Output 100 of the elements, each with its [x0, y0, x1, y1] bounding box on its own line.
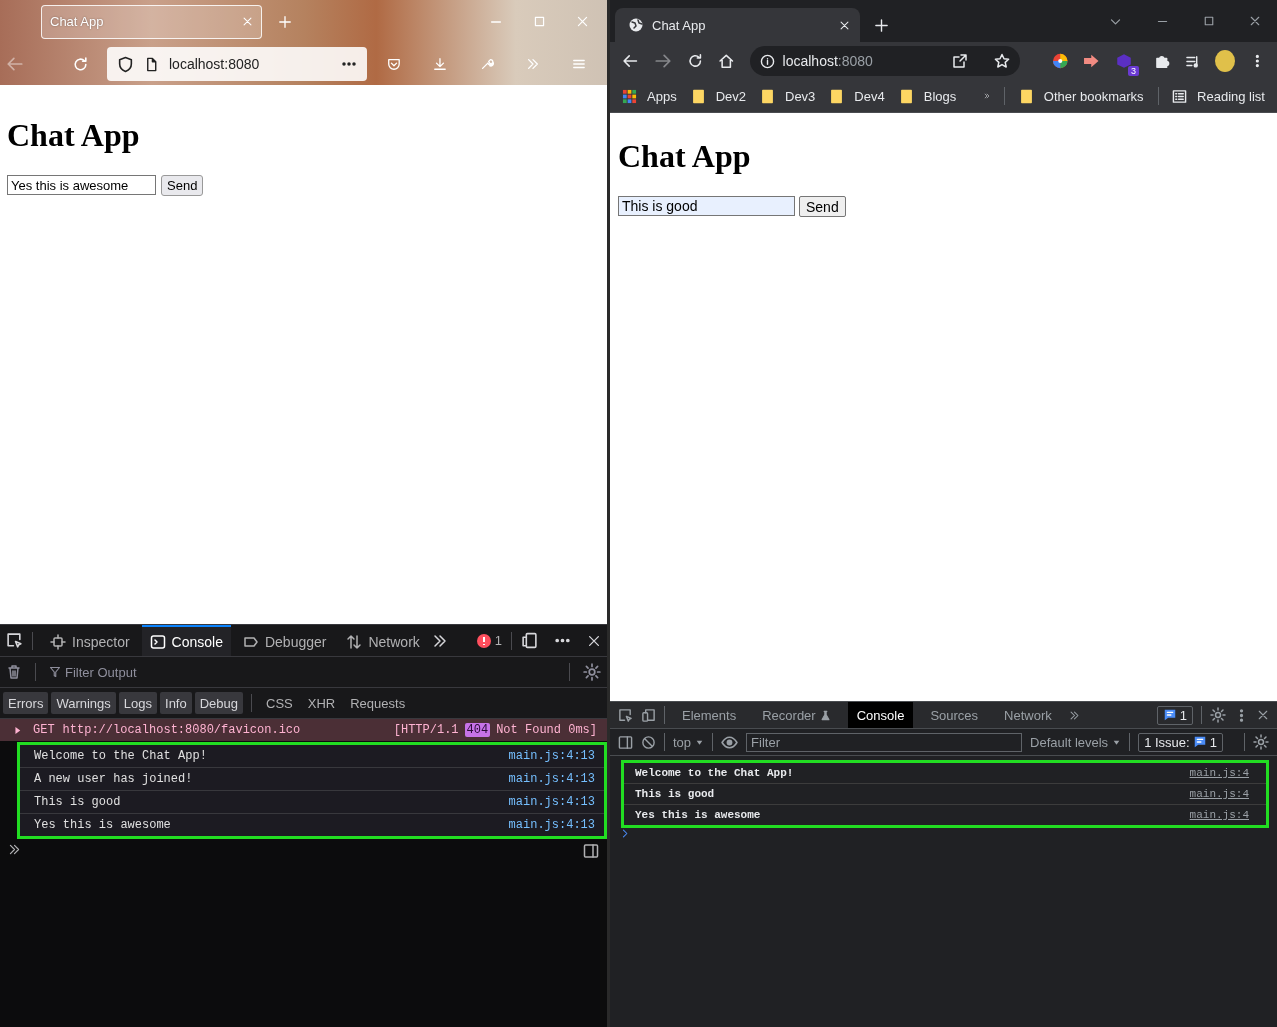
- close-icon[interactable]: [839, 19, 850, 31]
- issues-button[interactable]: 1: [1156, 705, 1193, 725]
- list-icon: [1172, 88, 1188, 104]
- context-selector[interactable]: top: [673, 734, 705, 750]
- folder-icon: [898, 88, 914, 104]
- send-button[interactable]: Send: [161, 175, 204, 196]
- settings-icon[interactable]: [1210, 707, 1226, 723]
- clear-icon[interactable]: [641, 734, 656, 750]
- back-icon[interactable]: [622, 52, 639, 70]
- download-icon[interactable]: [433, 56, 448, 72]
- source-link[interactable]: main.js:4:13: [508, 818, 595, 832]
- level-filter-button[interactable]: Warnings: [51, 692, 116, 714]
- maximize-icon[interactable]: [1203, 14, 1215, 27]
- issues-button[interactable]: 1 Issue: 1: [1138, 732, 1223, 752]
- tab-title: Chat App: [50, 14, 104, 29]
- level-filter-button[interactable]: Debug: [194, 692, 244, 714]
- message-input[interactable]: This is good: [618, 196, 795, 216]
- filter-field[interactable]: Filter: [746, 732, 1023, 752]
- request-filter-button[interactable]: Requests: [344, 695, 412, 711]
- extension-badge: 3: [1127, 66, 1139, 76]
- tab-title: Chat App: [652, 17, 707, 33]
- responsive-design-icon[interactable]: [521, 632, 538, 649]
- address-bar[interactable]: localhost:8080: [749, 46, 1021, 76]
- element-picker-icon[interactable]: [6, 632, 23, 649]
- folder-icon: [1018, 88, 1034, 104]
- devtools-tab[interactable]: Network: [338, 625, 428, 656]
- source-link[interactable]: main.js:4:13: [508, 795, 595, 809]
- shield-icon: [117, 55, 134, 73]
- bookmark[interactable]: Blogs: [898, 88, 957, 104]
- source-link[interactable]: main.js:4:13: [508, 772, 595, 786]
- forward-icon[interactable]: [653, 52, 672, 70]
- flask-icon: [819, 709, 831, 721]
- close-icon[interactable]: [587, 633, 601, 648]
- network-error-row[interactable]: GET http://localhost:8080/favicon.ico [HTTP/1.1 404 Not Found 0ms]: [0, 719, 607, 741]
- log-message: A new user has joined!: [34, 772, 193, 786]
- folder-icon: [690, 88, 706, 104]
- devtools-tab[interactable]: Elements: [673, 702, 746, 728]
- url-text: localhost:8080: [169, 56, 260, 72]
- request-filter-button[interactable]: XHR: [301, 695, 342, 711]
- status-text: Not Found 0ms]: [496, 723, 597, 737]
- level-filter-button[interactable]: Logs: [118, 692, 158, 714]
- avatar[interactable]: [1215, 50, 1236, 72]
- bookmark[interactable]: Dev3: [760, 88, 816, 104]
- levels-dropdown[interactable]: Default levels: [1030, 734, 1122, 750]
- source-link[interactable]: main.js:4: [1189, 788, 1249, 800]
- devtools-tab[interactable]: Recorder: [753, 702, 840, 728]
- settings-icon[interactable]: [1253, 734, 1269, 750]
- address-bar[interactable]: localhost:8080: [107, 47, 368, 81]
- home-icon[interactable]: [718, 52, 735, 70]
- level-filter-button[interactable]: Info: [160, 692, 192, 714]
- prompt-icon: [8, 843, 21, 856]
- sidebar-toggle-icon[interactable]: [583, 843, 599, 859]
- log-message: This is good: [34, 795, 121, 809]
- chat-icon: [1162, 708, 1177, 722]
- network-icon: [346, 633, 363, 650]
- status-badge: 404: [464, 723, 491, 737]
- reload-icon[interactable]: [686, 52, 704, 70]
- close-icon[interactable]: [1249, 14, 1261, 27]
- trash-icon[interactable]: [6, 664, 22, 680]
- bookmark-star-icon[interactable]: [994, 53, 1011, 69]
- bookmark[interactable]: Dev2: [690, 88, 746, 104]
- extension-button[interactable]: 3: [1114, 52, 1139, 76]
- share-icon[interactable]: [952, 53, 969, 69]
- page-icon: [144, 56, 159, 72]
- filter-icon: [49, 666, 61, 678]
- folder-icon: [760, 88, 775, 104]
- source-link[interactable]: main.js:4:13: [508, 749, 595, 763]
- devtools-tab[interactable]: Console: [141, 625, 231, 656]
- send-button[interactable]: Send: [799, 196, 846, 217]
- close-icon[interactable]: [1257, 709, 1269, 721]
- devtools-tab[interactable]: Debugger: [234, 625, 335, 656]
- browser-tab[interactable]: Chat App: [615, 8, 860, 42]
- devtools-tab[interactable]: Console: [847, 702, 914, 728]
- color-wheel-icon[interactable]: [1051, 52, 1069, 70]
- globe-icon: [628, 17, 644, 33]
- device-toolbar-icon[interactable]: [641, 707, 656, 723]
- url-text: localhost:8080: [782, 53, 873, 69]
- devtools-tab[interactable]: Network: [995, 702, 1061, 728]
- source-link[interactable]: main.js:4: [1189, 809, 1249, 821]
- new-tab-icon[interactable]: [874, 17, 889, 33]
- settings-icon[interactable]: [583, 663, 601, 681]
- error-icon: [476, 633, 491, 648]
- page-heading: Chat App: [618, 138, 752, 175]
- devtools-tab[interactable]: Sources: [921, 702, 988, 728]
- devtools-tab[interactable]: Inspector: [42, 625, 138, 656]
- expand-icon[interactable]: [12, 724, 23, 736]
- sidebar-icon[interactable]: [618, 734, 633, 750]
- eye-icon[interactable]: [721, 733, 739, 751]
- bookmark[interactable]: Other bookmarks: [1018, 88, 1144, 104]
- pocket-icon[interactable]: [387, 56, 402, 72]
- level-filter-button[interactable]: Errors: [3, 692, 49, 714]
- element-picker-icon[interactable]: [618, 707, 633, 723]
- bookmark[interactable]: Apps: [622, 88, 677, 104]
- overflow-icon[interactable]: [431, 632, 448, 649]
- request-filter-button[interactable]: CSS: [260, 695, 299, 711]
- arrow-icon[interactable]: [1083, 52, 1100, 70]
- bookmark[interactable]: Dev4: [829, 88, 885, 104]
- reading-list-button[interactable]: Reading list: [1172, 88, 1265, 104]
- message-input[interactable]: Yes this is awesome: [7, 175, 156, 195]
- source-link[interactable]: main.js:4: [1189, 767, 1249, 779]
